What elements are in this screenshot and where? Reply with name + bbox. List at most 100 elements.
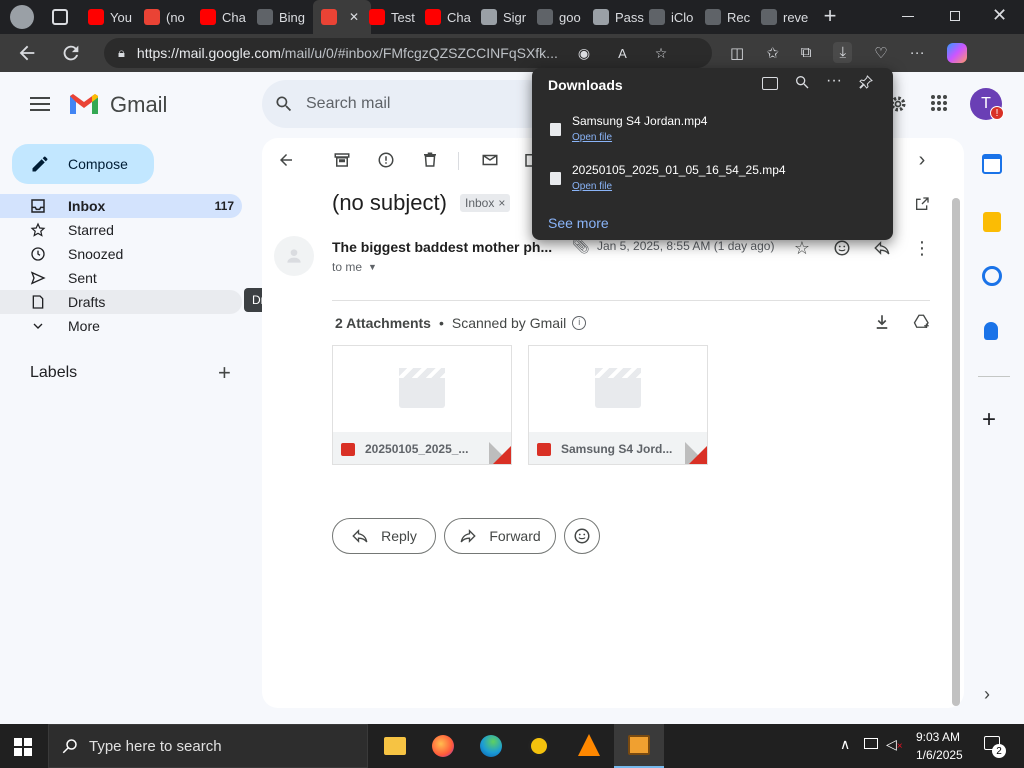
close-window-button[interactable]: ✕ xyxy=(992,5,1007,26)
refresh-icon[interactable] xyxy=(60,42,82,64)
network-icon[interactable] xyxy=(864,738,878,749)
media-app-icon[interactable] xyxy=(528,735,550,757)
new-tab-button[interactable]: + xyxy=(818,4,842,28)
lock-icon[interactable]: 🔒︎ xyxy=(118,45,125,61)
add-to-drive-icon[interactable] xyxy=(910,310,934,334)
main-menu-icon[interactable] xyxy=(30,96,50,112)
recipient-line[interactable]: to me ▼ xyxy=(332,260,377,274)
sidebar-item-more[interactable]: More xyxy=(0,314,242,338)
add-addon-icon[interactable]: + xyxy=(982,406,996,434)
firefox-icon[interactable] xyxy=(432,735,454,757)
downloads-more-icon[interactable]: ··· xyxy=(826,72,842,90)
search-input[interactable]: Search mail xyxy=(306,95,390,113)
archive-icon[interactable] xyxy=(330,148,354,172)
vlc-icon[interactable] xyxy=(578,734,600,756)
browser-tab[interactable]: Cha xyxy=(425,6,477,28)
sidebar-item-sent[interactable]: Sent xyxy=(0,266,242,290)
browser-tab[interactable]: Test xyxy=(369,6,421,28)
split-screen-icon[interactable]: ◫ xyxy=(730,44,744,62)
favorites-icon[interactable]: ✩ xyxy=(766,44,779,62)
tab-actions-icon[interactable] xyxy=(52,9,68,25)
browser-tab[interactable]: (no xyxy=(144,6,196,28)
windows-start-icon[interactable] xyxy=(14,738,32,756)
edge-icon[interactable] xyxy=(480,735,502,757)
forward-button[interactable]: Forward xyxy=(444,518,556,554)
download-all-icon[interactable] xyxy=(870,310,894,334)
open-in-new-window-icon[interactable] xyxy=(910,192,934,216)
clock-time[interactable]: 9:03 AM xyxy=(916,730,960,744)
volume-muted-icon[interactable]: ◁× xyxy=(886,736,903,753)
reply-button[interactable]: Reply xyxy=(332,518,436,554)
reader-icon[interactable]: ◉ xyxy=(578,45,590,62)
browser-tab[interactable]: ✕ xyxy=(313,0,371,34)
add-label-icon[interactable]: + xyxy=(218,360,231,386)
search-icon[interactable] xyxy=(274,94,294,114)
info-icon[interactable]: i xyxy=(572,316,587,330)
clock-date[interactable]: 1/6/2025 xyxy=(916,748,963,762)
download-item[interactable]: Samsung S4 Jordan.mp4 Open file xyxy=(532,108,893,152)
url-bar[interactable]: 🔒︎ https://mail.google.com/mail/u/0/#inb… xyxy=(104,38,712,68)
browser-tab[interactable]: reve xyxy=(761,6,813,28)
browser-tab[interactable]: You xyxy=(88,6,140,28)
back-arrow-icon[interactable] xyxy=(16,42,38,64)
next-message-icon[interactable]: › xyxy=(910,148,934,172)
browser-tab[interactable]: goo xyxy=(537,6,589,28)
scrollbar-track[interactable] xyxy=(952,198,960,706)
inbox-label-chip[interactable]: Inbox × xyxy=(460,194,511,212)
pin-downloads-icon[interactable] xyxy=(858,74,874,90)
open-file-link[interactable]: Open file xyxy=(572,132,612,143)
see-more-link[interactable]: See more xyxy=(548,215,609,231)
sidebar-item-starred[interactable]: Starred xyxy=(0,218,242,242)
compose-button[interactable]: Compose xyxy=(12,144,154,184)
contacts-icon[interactable] xyxy=(984,322,998,340)
read-aloud-icon[interactable]: A xyxy=(618,46,627,61)
sidebar-item-snoozed[interactable]: Snoozed xyxy=(0,242,242,266)
tasks-icon[interactable] xyxy=(982,266,1002,286)
remove-label-icon[interactable]: × xyxy=(498,196,505,210)
sidebar-item-drafts[interactable]: Drafts xyxy=(0,290,242,314)
attachment-card[interactable]: Samsung S4 Jord... xyxy=(528,345,708,465)
taskbar-search-input[interactable]: Type here to search xyxy=(89,738,222,755)
downloads-icon[interactable]: ⤓ xyxy=(833,42,853,63)
open-downloads-folder-icon[interactable] xyxy=(762,77,778,90)
close-tab-icon[interactable]: ✕ xyxy=(349,10,359,24)
browser-tab[interactable]: Pass xyxy=(593,6,645,28)
favorite-star-icon[interactable]: ☆ xyxy=(655,45,668,62)
download-item[interactable]: 20250105_2025_01_05_16_54_25.mp4 Open fil… xyxy=(532,157,893,201)
restore-button[interactable] xyxy=(950,11,960,21)
minimize-button[interactable] xyxy=(902,16,914,17)
delete-icon[interactable] xyxy=(418,148,442,172)
profile-avatar[interactable] xyxy=(10,5,34,29)
keep-icon[interactable] xyxy=(983,212,1001,232)
react-button[interactable] xyxy=(564,518,600,554)
show-side-panel-icon[interactable]: › xyxy=(984,684,990,705)
taskbar-search-box[interactable]: Type here to search xyxy=(48,724,368,768)
sender-avatar[interactable] xyxy=(274,236,314,276)
scrollbar-thumb[interactable] xyxy=(952,198,960,706)
apps-grid-icon[interactable] xyxy=(930,94,948,112)
more-options-icon[interactable]: ⋮ xyxy=(910,236,934,260)
search-bar[interactable]: Search mail xyxy=(262,80,552,128)
gmail-logo-icon[interactable] xyxy=(68,92,100,116)
attachment-card[interactable]: 20250105_2025_... xyxy=(332,345,512,465)
collections-icon[interactable]: ⧉ xyxy=(801,44,812,61)
browser-essentials-icon[interactable]: ♡ xyxy=(874,44,887,62)
report-spam-icon[interactable] xyxy=(374,148,398,172)
calendar-icon[interactable] xyxy=(982,154,1002,174)
sender-name[interactable]: The biggest baddest mother ph... xyxy=(332,239,552,255)
settings-more-icon[interactable]: ··· xyxy=(910,44,925,61)
open-file-link[interactable]: Open file xyxy=(572,181,612,192)
browser-tab[interactable]: Rec xyxy=(705,6,757,28)
mark-unread-icon[interactable] xyxy=(478,148,502,172)
browser-tab[interactable]: Bing xyxy=(257,6,309,28)
browser-tab[interactable]: iClo xyxy=(649,6,701,28)
recipient-details-icon[interactable]: ▼ xyxy=(368,262,377,272)
browser-tab[interactable]: Cha xyxy=(200,6,252,28)
copilot-icon[interactable] xyxy=(946,42,967,63)
show-hidden-icons[interactable]: ∧ xyxy=(840,736,850,753)
active-app-icon[interactable] xyxy=(614,724,664,768)
browser-tab[interactable]: Sigr xyxy=(481,6,533,28)
file-explorer-icon[interactable] xyxy=(384,737,406,755)
sidebar-item-inbox[interactable]: Inbox 117 xyxy=(0,194,242,218)
back-to-inbox-icon[interactable] xyxy=(274,148,298,172)
